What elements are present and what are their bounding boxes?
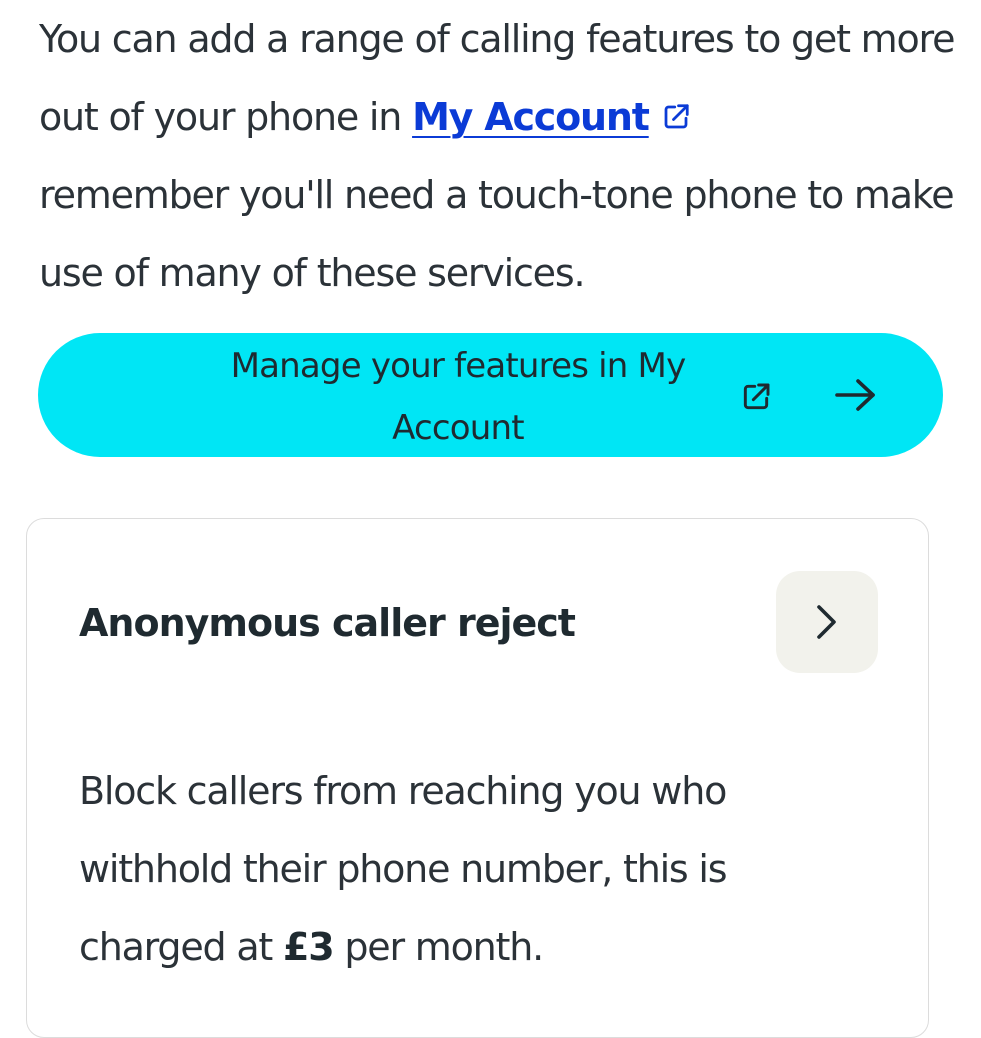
- feature-desc-suffix: per month.: [333, 925, 544, 969]
- intro-text-end: remember you'll need a touch-tone phone …: [39, 173, 955, 295]
- external-link-icon: [743, 383, 770, 410]
- feature-card-anonymous-caller-reject: Anonymous caller reject Block callers fr…: [26, 518, 929, 1038]
- manage-features-button[interactable]: Manage your features in My Account: [38, 333, 943, 457]
- expand-feature-button[interactable]: [776, 571, 878, 673]
- feature-price: £3: [282, 925, 335, 969]
- feature-card-description: Block callers from reaching you who with…: [79, 752, 839, 986]
- my-account-link-label[interactable]: My Account: [412, 95, 650, 139]
- arrow-right-icon: [835, 379, 875, 411]
- manage-features-button-label[interactable]: Manage your features in My Account: [178, 335, 738, 459]
- intro-paragraph: You can add a range of calling features …: [39, 0, 959, 312]
- external-link-icon[interactable]: [661, 102, 691, 132]
- feature-card-title: Anonymous caller reject: [79, 601, 576, 645]
- chevron-right-icon: [817, 605, 836, 639]
- my-account-link[interactable]: My Account: [412, 95, 691, 139]
